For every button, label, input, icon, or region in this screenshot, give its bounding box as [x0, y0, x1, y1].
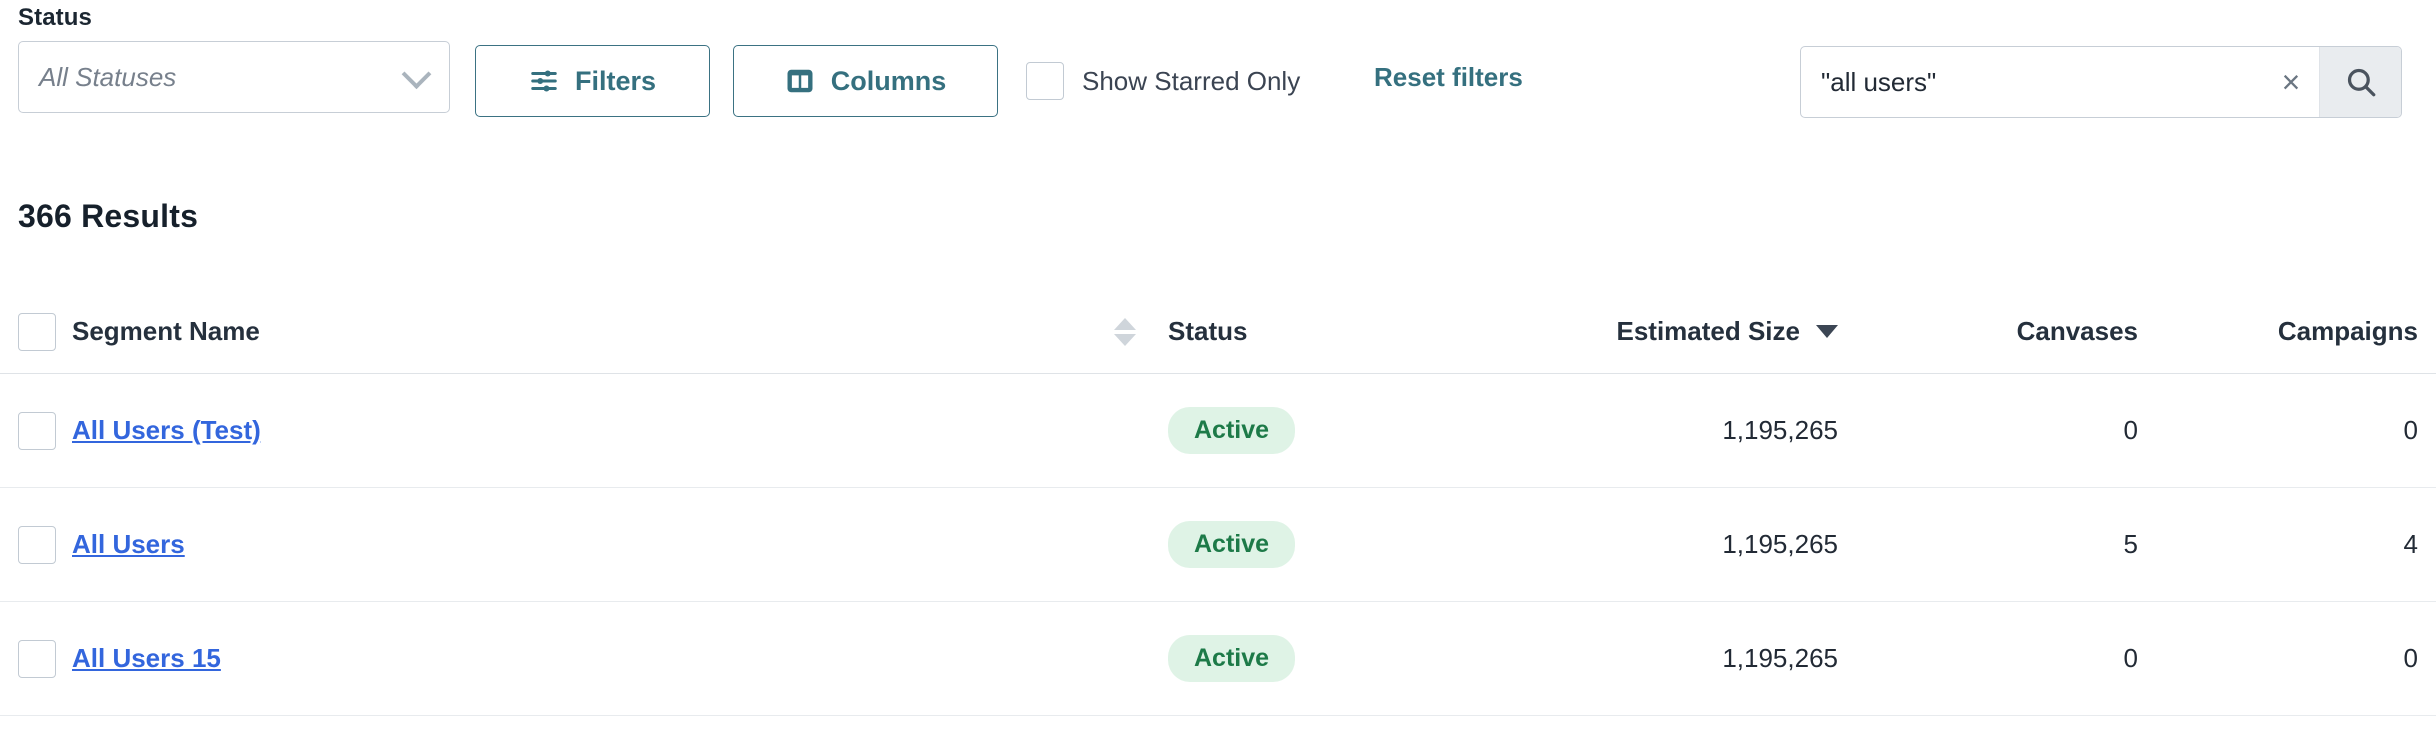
select-all-cell	[18, 312, 72, 351]
row-status-cell: Active	[1168, 635, 1538, 682]
row-status-cell: Active	[1168, 407, 1538, 454]
status-badge: Active	[1168, 521, 1296, 568]
row-select-cell	[18, 639, 72, 678]
header-estimated-size-sortable[interactable]: Estimated Size	[1616, 316, 1838, 347]
header-sort-control[interactable]	[1082, 317, 1168, 346]
header-canvases-label: Canvases	[2016, 316, 2138, 346]
table-header-row: Segment Name Status Estimated Size Canva…	[0, 290, 2436, 374]
table-row[interactable]: All Users 15 Active 1,195,265 0 0	[0, 602, 2436, 716]
filter-toolbar: Status All Statuses Filters Columns Show…	[0, 0, 2436, 150]
row-checkbox[interactable]	[18, 525, 56, 564]
row-estimated-size: 1,195,265	[1722, 415, 1838, 445]
row-campaigns: 0	[2403, 415, 2418, 445]
columns-button-label: Columns	[830, 65, 947, 96]
row-segment-name-cell: All Users	[72, 529, 1082, 560]
chevron-down-icon	[405, 64, 427, 86]
row-segment-name-cell: All Users 15	[72, 643, 1082, 674]
status-select[interactable]: All Statuses	[18, 41, 450, 113]
row-canvases: 0	[2123, 415, 2138, 445]
header-segment-name[interactable]: Segment Name	[72, 316, 1082, 347]
search-box[interactable]: ×	[1800, 46, 2402, 118]
search-button[interactable]	[2319, 47, 2401, 117]
row-canvases: 5	[2123, 529, 2138, 559]
status-badge: Active	[1168, 407, 1296, 454]
header-canvases[interactable]: Canvases	[1838, 316, 2138, 347]
row-campaigns: 0	[2403, 643, 2418, 673]
segment-name-link[interactable]: All Users (Test)	[72, 415, 261, 446]
reset-filters-link[interactable]: Reset filters	[1374, 62, 1523, 93]
table-row[interactable]: All Users Active 1,195,265 5 4	[0, 488, 2436, 602]
results-count: 366 Results	[18, 198, 199, 234]
columns-button[interactable]: Columns	[733, 45, 998, 117]
header-segment-name-label: Segment Name	[72, 316, 260, 346]
sort-arrows-icon[interactable]	[1114, 317, 1136, 346]
sliders-icon	[529, 66, 559, 96]
columns-icon	[785, 66, 815, 96]
row-status-cell: Active	[1168, 521, 1538, 568]
row-canvases: 0	[2123, 643, 2138, 673]
table-row[interactable]: All Users (Test) Active 1,195,265 0 0	[0, 374, 2436, 488]
caret-down-icon	[1816, 325, 1838, 338]
status-label: Status	[18, 4, 92, 31]
header-campaigns[interactable]: Campaigns	[2138, 316, 2418, 347]
filters-button[interactable]: Filters	[475, 45, 710, 117]
header-status-label: Status	[1168, 316, 1248, 346]
row-campaigns: 4	[2403, 529, 2418, 559]
sort-descending-icon	[1114, 333, 1136, 346]
sort-ascending-icon	[1114, 317, 1136, 330]
row-select-cell	[18, 525, 72, 564]
row-checkbox[interactable]	[18, 639, 56, 678]
header-estimated-size[interactable]: Estimated Size	[1538, 316, 1838, 347]
header-estimated-size-label: Estimated Size	[1616, 316, 1800, 346]
show-starred-only-group[interactable]: Show Starred Only	[1026, 62, 1300, 100]
header-status[interactable]: Status	[1168, 316, 1538, 347]
segments-list-page: Status All Statuses Filters Columns Show…	[0, 0, 2436, 740]
status-select-value: All Statuses	[39, 61, 177, 92]
show-starred-only-label: Show Starred Only	[1082, 65, 1301, 96]
segment-name-link[interactable]: All Users 15	[72, 643, 221, 674]
show-starred-only-checkbox[interactable]	[1026, 62, 1064, 100]
row-select-cell	[18, 411, 72, 450]
filters-button-label: Filters	[574, 65, 657, 96]
status-filter-group: Status All Statuses	[18, 4, 450, 113]
row-estimated-size: 1,195,265	[1722, 643, 1838, 673]
status-badge: Active	[1168, 635, 1296, 682]
search-icon	[2344, 65, 2378, 99]
row-checkbox[interactable]	[18, 411, 56, 450]
search-input[interactable]	[1801, 47, 2263, 117]
segments-table: Segment Name Status Estimated Size Canva…	[0, 290, 2436, 716]
row-segment-name-cell: All Users (Test)	[72, 415, 1082, 446]
row-estimated-size: 1,195,265	[1722, 529, 1838, 559]
header-campaigns-label: Campaigns	[2277, 316, 2418, 346]
segment-name-link[interactable]: All Users	[72, 529, 185, 560]
select-all-checkbox[interactable]	[18, 312, 56, 351]
clear-search-icon[interactable]: ×	[2263, 47, 2319, 117]
